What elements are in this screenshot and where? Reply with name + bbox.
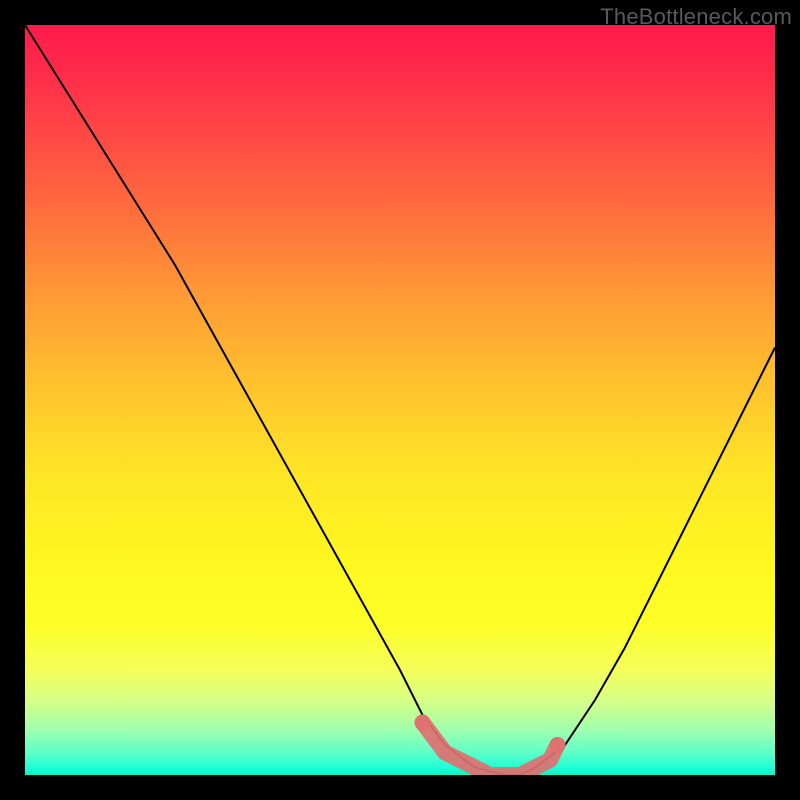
chart-svg — [25, 25, 775, 775]
watermark-text: TheBottleneck.com — [600, 4, 792, 30]
chart-frame: TheBottleneck.com — [0, 0, 800, 800]
bottleneck-curve — [25, 25, 775, 775]
highlight-dot — [415, 715, 431, 731]
chart-plot-area — [25, 25, 775, 775]
highlight-band — [423, 723, 558, 776]
highlight-dot — [550, 737, 566, 753]
